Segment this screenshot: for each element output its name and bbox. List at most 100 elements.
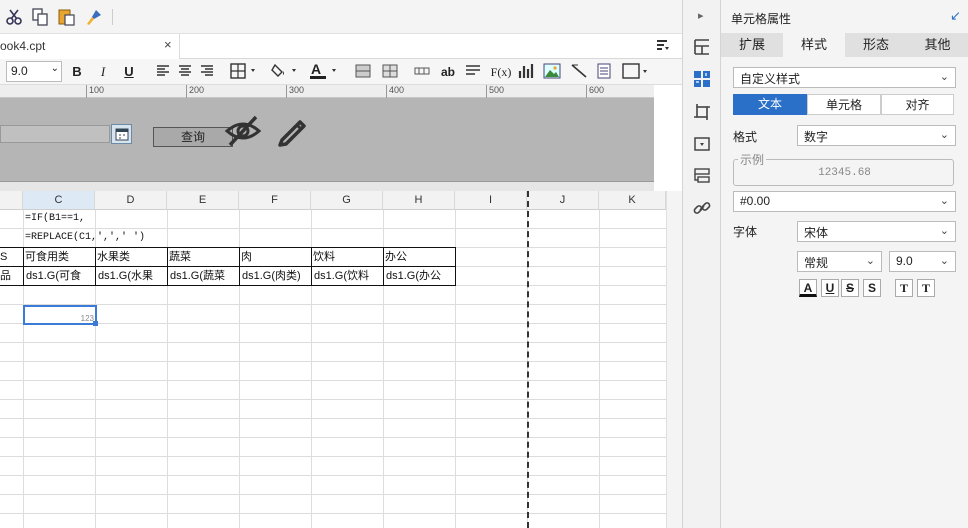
sub-report-icon[interactable] xyxy=(597,63,611,79)
column-header-f[interactable]: F xyxy=(239,191,311,210)
column-header-k[interactable]: K xyxy=(599,191,666,210)
cell-h3[interactable]: 办公 xyxy=(385,248,455,267)
cell-h4[interactable]: ds1.G(办公 xyxy=(386,267,455,286)
cell-e4[interactable]: ds1.G(蔬菜 xyxy=(170,267,239,286)
date-picker-button[interactable] xyxy=(111,124,132,144)
cell-element-icon[interactable] xyxy=(622,62,650,80)
sheet-grid[interactable]: =IF(B1==1, =REPLACE(C1,',',' ') S 可食用类 水… xyxy=(0,210,666,528)
collapse-arrow-icon[interactable]: ▸ xyxy=(698,9,704,22)
edit-pencil-icon[interactable] xyxy=(276,114,310,148)
insert-row-icon[interactable] xyxy=(414,65,430,77)
tab-other[interactable]: 其他 xyxy=(907,33,968,57)
vertical-scrollbar[interactable] xyxy=(666,191,682,528)
cell-property-icon[interactable] xyxy=(693,70,711,88)
font-color-icon[interactable]: A xyxy=(308,61,340,81)
image-icon[interactable] xyxy=(543,63,561,79)
text-wrap-button[interactable]: ab xyxy=(438,63,458,81)
segment-cell[interactable]: 单元格 xyxy=(807,94,881,115)
cell-b4[interactable]: 品 xyxy=(0,267,22,286)
cell-b3[interactable]: S xyxy=(0,248,22,267)
column-header-g[interactable]: G xyxy=(311,191,383,210)
cell-c4[interactable]: ds1.G(可食 xyxy=(26,267,96,286)
query-button[interactable]: 查询 xyxy=(153,127,233,147)
format-painter-icon[interactable] xyxy=(84,7,104,27)
paste-icon[interactable] xyxy=(56,7,76,27)
column-header-d[interactable]: D xyxy=(95,191,167,210)
underline-button[interactable]: U xyxy=(122,63,136,81)
border-icon[interactable] xyxy=(230,63,258,79)
svg-text:A: A xyxy=(311,61,321,77)
segment-align[interactable]: 对齐 xyxy=(881,94,954,115)
eye-hidden-icon[interactable] xyxy=(224,114,262,148)
align-center-icon[interactable] xyxy=(178,64,192,78)
bold-button[interactable]: B xyxy=(70,63,84,81)
fill-color-icon[interactable] xyxy=(270,62,300,80)
table-border-v xyxy=(95,247,96,286)
cell-c1[interactable]: =IF(B1==1, xyxy=(25,210,165,229)
slash-icon[interactable] xyxy=(570,63,588,79)
cut-icon[interactable] xyxy=(4,7,24,27)
cell-g3[interactable]: 饮料 xyxy=(313,248,383,267)
column-header-c[interactable]: C xyxy=(23,191,95,210)
tab-close-icon[interactable]: × xyxy=(164,37,172,52)
strikethrough-toggle[interactable]: S xyxy=(841,279,859,297)
tab-workbook[interactable]: ook4.cpt × xyxy=(0,34,180,59)
font-family-value: 宋体 xyxy=(804,226,829,240)
crop-icon[interactable] xyxy=(693,103,711,121)
merge-cells-icon[interactable] xyxy=(355,64,371,78)
selected-cell[interactable]: 123 xyxy=(23,305,97,325)
split-cells-icon[interactable] xyxy=(382,64,398,78)
tab-expand[interactable]: 扩展 xyxy=(721,33,783,57)
shadow-toggle[interactable]: S xyxy=(863,279,881,297)
font-size-select[interactable]: 9.0 ⌄ xyxy=(6,61,62,82)
template-icon[interactable] xyxy=(693,38,711,56)
cell-c2[interactable]: =REPLACE(C1,',',' ') xyxy=(25,229,225,248)
align-right-icon[interactable] xyxy=(200,64,214,78)
formula-button[interactable]: F(x) xyxy=(490,63,512,81)
cell-f3[interactable]: 肉 xyxy=(241,248,311,267)
segment-text[interactable]: 文本 xyxy=(733,94,807,115)
paragraph-icon[interactable] xyxy=(465,64,481,78)
column-header-j[interactable]: J xyxy=(527,191,599,210)
tab-style[interactable]: 样式 xyxy=(783,33,845,57)
superscript-toggle[interactable]: T xyxy=(895,279,913,297)
copy-icon[interactable] xyxy=(30,7,50,27)
tab-form[interactable]: 形态 xyxy=(845,33,907,57)
parameter-input[interactable] xyxy=(0,125,110,143)
hyperlink-icon[interactable] xyxy=(693,199,711,217)
chevron-down-icon: ⌄ xyxy=(939,129,949,141)
designer-window: ook4.cpt × 9.0 ⌄ B I U A ab F(x) 100 200… xyxy=(0,0,968,528)
column-header-e[interactable]: E xyxy=(167,191,239,210)
font-color-button[interactable]: A xyxy=(799,279,817,297)
style-select[interactable]: 自定义样式 ⌄ xyxy=(733,67,956,88)
widget-icon[interactable] xyxy=(693,135,711,153)
tab-menu-icon[interactable] xyxy=(656,40,670,52)
data-column-icon[interactable] xyxy=(693,167,711,185)
fill-handle[interactable] xyxy=(93,321,98,326)
cell-d4[interactable]: ds1.G(水果 xyxy=(98,267,167,286)
font-family-select[interactable]: 宋体 ⌄ xyxy=(797,221,956,242)
font-size-value: 9.0 xyxy=(11,64,28,78)
cell-c3[interactable]: 可食用类 xyxy=(25,248,95,267)
main-toolbar xyxy=(0,0,682,34)
subscript-toggle[interactable]: T xyxy=(917,279,935,297)
font-style-select[interactable]: 常规 ⌄ xyxy=(797,251,882,272)
dock-arrow-icon[interactable]: ↙ xyxy=(950,8,961,24)
column-header-i[interactable]: I xyxy=(455,191,527,210)
font-style-value: 常规 xyxy=(804,256,829,270)
pattern-select[interactable]: #0.00 ⌄ xyxy=(733,191,956,212)
cell-f4[interactable]: ds1.G(肉类) xyxy=(242,267,311,286)
cell-e3[interactable]: 蔬菜 xyxy=(169,248,239,267)
align-left-icon[interactable] xyxy=(156,64,170,78)
cell-d3[interactable]: 水果类 xyxy=(97,248,167,267)
column-header-h[interactable]: H xyxy=(383,191,455,210)
underline-toggle[interactable]: U xyxy=(821,279,839,297)
column-header-partial[interactable] xyxy=(0,191,23,210)
format-select[interactable]: 数字 ⌄ xyxy=(797,125,956,146)
chart-icon[interactable] xyxy=(518,63,534,79)
cell-g4[interactable]: ds1.G(饮料 xyxy=(314,267,383,286)
italic-button[interactable]: I xyxy=(96,63,110,81)
font-label: 字体 xyxy=(733,225,758,239)
table-border-v xyxy=(383,247,384,286)
font-size-select[interactable]: 9.0 ⌄ xyxy=(889,251,956,272)
